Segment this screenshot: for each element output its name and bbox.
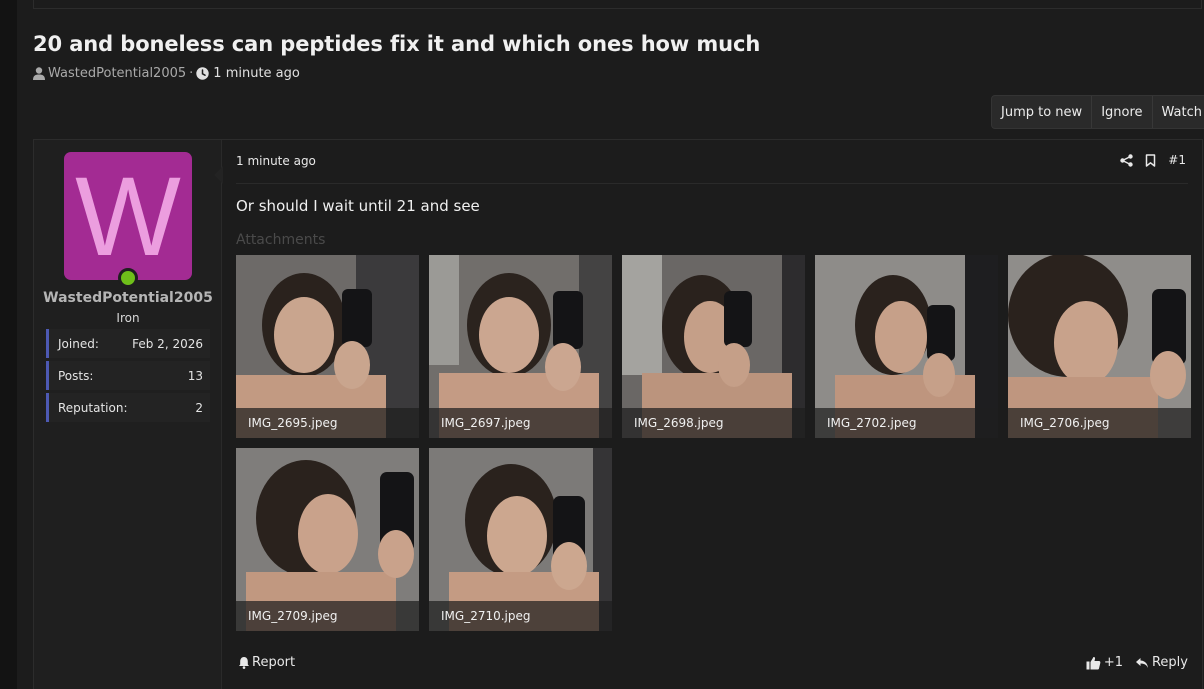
watch-button[interactable]: Watch: [1151, 96, 1204, 128]
attachment-filename: IMG_2695.jpeg: [236, 408, 419, 438]
attachment-thumbnail[interactable]: IMG_2702.jpeg: [815, 255, 998, 438]
report-label: Report: [252, 655, 296, 670]
user-sidebar: W WastedPotential2005 Iron Joined: Feb 2…: [34, 140, 222, 689]
attachments-grid: IMG_2695.jpeg IMG_2697.jpeg IMG_2698.jpe…: [236, 255, 1196, 631]
thread-meta: WastedPotential2005 · 1 minute ago: [33, 66, 300, 81]
report-button[interactable]: Report: [238, 655, 295, 670]
reply-label: Reply: [1151, 655, 1188, 670]
stat-label: Posts:: [58, 368, 94, 383]
attachment-thumbnail[interactable]: IMG_2697.jpeg: [429, 255, 612, 438]
thread-time[interactable]: 1 minute ago: [213, 66, 300, 81]
avatar[interactable]: W: [64, 152, 192, 280]
attachment-thumbnail[interactable]: IMG_2709.jpeg: [236, 448, 419, 631]
attachment-filename: IMG_2702.jpeg: [815, 408, 998, 438]
ignore-button[interactable]: Ignore: [1091, 96, 1151, 128]
thread-actions: Jump to new Ignore Watch: [991, 95, 1204, 129]
sidebar-arrow: [214, 166, 223, 184]
thread-author-link[interactable]: WastedPotential2005: [48, 66, 186, 81]
user-icon: [33, 67, 45, 80]
post-header: 1 minute ago #1: [236, 153, 1188, 184]
attachment-filename: IMG_2697.jpeg: [429, 408, 612, 438]
post-footer: Report +1 Reply: [236, 655, 1188, 675]
stat-label: Reputation:: [58, 400, 128, 415]
share-icon[interactable]: [1120, 153, 1133, 167]
stat-value: 13: [187, 368, 203, 383]
thumbs-up-icon: [1086, 656, 1101, 669]
attachment-thumbnail[interactable]: IMG_2706.jpeg: [1008, 255, 1191, 438]
user-rank: Iron: [116, 311, 140, 325]
stat-value: 2: [195, 400, 203, 415]
attachment-filename: IMG_2706.jpeg: [1008, 408, 1191, 438]
like-button[interactable]: +1: [1086, 655, 1123, 670]
attachment-thumbnail[interactable]: IMG_2698.jpeg: [622, 255, 805, 438]
post-number[interactable]: #1: [1168, 153, 1186, 167]
meta-separator: ·: [189, 66, 194, 81]
online-indicator: [118, 268, 138, 288]
stat-value: Feb 2, 2026: [132, 336, 203, 351]
post-body: Or should I wait until 21 and see: [236, 197, 480, 215]
clock-icon: [196, 67, 209, 80]
thread-title: 20 and boneless can peptides fix it and …: [33, 32, 761, 56]
post-time[interactable]: 1 minute ago: [236, 154, 316, 168]
post-footer-actions: +1 Reply: [1086, 655, 1188, 670]
stat-label: Joined:: [58, 336, 99, 351]
bell-icon: [239, 657, 249, 669]
post-content: 1 minute ago #1 Or should I wait until 2…: [224, 140, 1202, 689]
user-stats: Joined: Feb 2, 2026 Posts: 13 Reputation…: [46, 329, 210, 425]
jump-to-new-button[interactable]: Jump to new: [992, 96, 1091, 128]
bookmark-icon[interactable]: [1145, 153, 1156, 167]
like-count: +1: [1103, 655, 1123, 670]
attachment-thumbnail[interactable]: IMG_2695.jpeg: [236, 255, 419, 438]
attachment-filename: IMG_2710.jpeg: [429, 601, 612, 631]
stat-joined: Joined: Feb 2, 2026: [46, 329, 210, 358]
attachment-thumbnail[interactable]: IMG_2710.jpeg: [429, 448, 612, 631]
post-header-actions: #1: [1120, 153, 1186, 167]
reply-button[interactable]: Reply: [1135, 655, 1188, 670]
stat-reputation: Reputation: 2: [46, 393, 210, 422]
left-edge-strip: [0, 0, 17, 689]
attachment-filename: IMG_2698.jpeg: [622, 408, 805, 438]
attachment-filename: IMG_2709.jpeg: [236, 601, 419, 631]
previous-block-border: [33, 0, 1202, 9]
username-link[interactable]: WastedPotential2005: [34, 290, 222, 306]
attachments-label: Attachments: [236, 232, 326, 248]
stat-posts: Posts: 13: [46, 361, 210, 390]
post: W WastedPotential2005 Iron Joined: Feb 2…: [33, 139, 1203, 689]
reply-icon: [1135, 657, 1148, 668]
